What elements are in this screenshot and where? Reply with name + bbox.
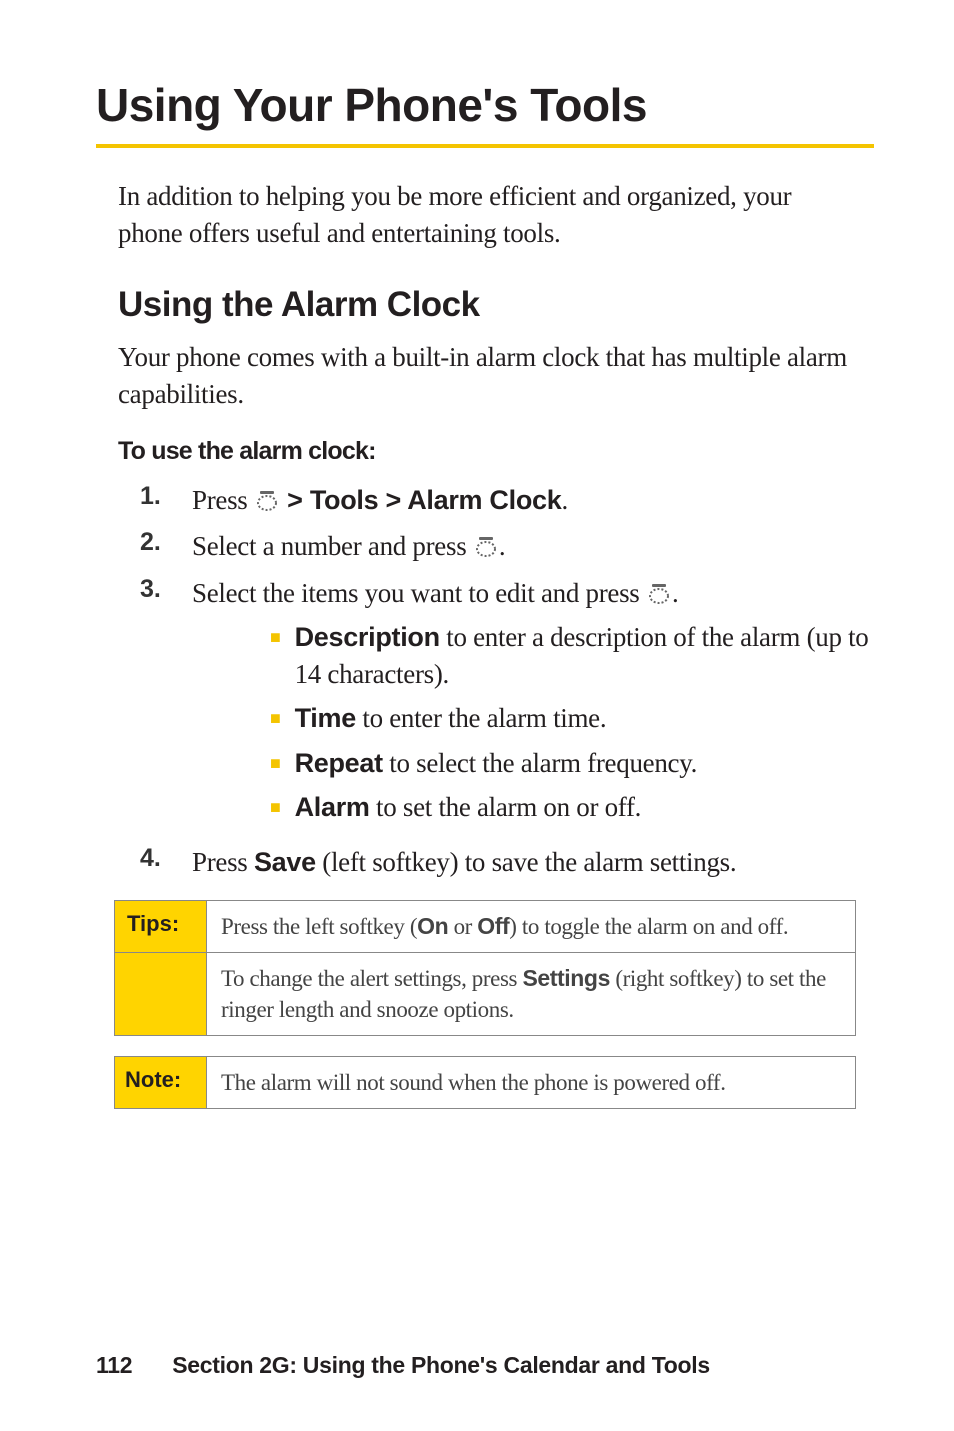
menu-key-icon: [648, 584, 670, 604]
step-number: 3.: [140, 575, 192, 834]
square-bullet-icon: ■: [270, 795, 281, 825]
text: To change the alert settings, press: [221, 966, 522, 991]
section-heading-alarm-clock: Using the Alarm Clock: [118, 285, 874, 325]
step-number: 1.: [140, 482, 192, 518]
note-content: The alarm will not sound when the phone …: [207, 1057, 855, 1108]
text: .: [499, 531, 505, 561]
tips-content-1: Press the left softkey (On or Off) to to…: [207, 901, 855, 952]
alarm-intro-paragraph: Your phone comes with a built-in alarm c…: [118, 339, 874, 414]
text: or: [448, 914, 477, 939]
step-3: 3. Select the items you want to edit and…: [140, 575, 874, 834]
square-bullet-icon: ■: [270, 751, 281, 781]
tips-box: Tips: Press the left softkey (On or Off)…: [114, 900, 856, 1036]
step-1: 1. Press > Tools > Alarm Clock.: [140, 482, 874, 518]
text: Press the left softkey (: [221, 914, 417, 939]
menu-key-icon: [475, 537, 497, 557]
text: Select a number and press: [192, 531, 473, 561]
page-footer: 112 Section 2G: Using the Phone's Calenda…: [96, 1352, 710, 1379]
square-bullet-icon: ■: [270, 625, 281, 692]
tips-content-2: To change the alert settings, press Sett…: [207, 953, 855, 1035]
page-number: 112: [96, 1352, 132, 1378]
text: ) to toggle the alarm on and off.: [509, 914, 788, 939]
bold-on: On: [417, 913, 448, 939]
page-title: Using Your Phone's Tools: [96, 78, 874, 132]
step-2: 2. Select a number and press .: [140, 528, 874, 564]
intro-paragraph: In addition to helping you be more effic…: [96, 178, 874, 253]
text: to select the alarm frequency.: [383, 748, 697, 778]
section-label: Section 2G: Using the Phone's Calendar a…: [172, 1352, 710, 1378]
tips-label: Tips:: [115, 901, 207, 952]
title-rule: [96, 144, 874, 148]
bold-term: Alarm: [295, 792, 370, 822]
bullet-time: ■ Time to enter the alarm time.: [270, 700, 874, 736]
step-number: 4.: [140, 844, 192, 880]
step-text: Press > Tools > Alarm Clock.: [192, 482, 874, 518]
text: Press: [192, 847, 254, 877]
bullet-alarm: ■ Alarm to set the alarm on or off.: [270, 789, 874, 825]
bold-settings: Settings: [522, 965, 610, 991]
bold-path: > Tools > Alarm Clock: [280, 485, 562, 515]
text: .: [672, 578, 678, 608]
bold-off: Off: [477, 913, 509, 939]
text: to set the alarm on or off.: [370, 792, 642, 822]
menu-key-icon: [256, 491, 278, 511]
text: to enter the alarm time.: [356, 703, 606, 733]
step-text: Select the items you want to edit and pr…: [192, 575, 874, 834]
step-text: Press Save (left softkey) to save the al…: [192, 844, 874, 880]
bold-term: Save: [254, 847, 316, 877]
tips-row-2: To change the alert settings, press Sett…: [115, 952, 855, 1035]
note-label: Note:: [115, 1057, 207, 1108]
text: Press: [192, 485, 254, 515]
tips-label-spacer: [115, 953, 207, 1035]
note-box: Note: The alarm will not sound when the …: [114, 1056, 856, 1109]
text: Select the items you want to edit and pr…: [192, 578, 646, 608]
bold-term: Repeat: [295, 748, 383, 778]
step-text: Select a number and press .: [192, 528, 874, 564]
bold-term: Time: [295, 703, 356, 733]
step-4: 4. Press Save (left softkey) to save the…: [140, 844, 874, 880]
steps-list: 1. Press > Tools > Alarm Clock. 2. Selec…: [140, 482, 874, 880]
text: (left softkey) to save the alarm setting…: [316, 847, 736, 877]
procedure-heading: To use the alarm clock:: [118, 437, 874, 466]
square-bullet-icon: ■: [270, 706, 281, 736]
text: .: [561, 485, 567, 515]
bullet-description: ■Description to enter a description of t…: [270, 619, 874, 692]
bold-term: Description: [295, 622, 440, 652]
tips-row-1: Tips: Press the left softkey (On or Off)…: [115, 901, 855, 952]
bullet-list: ■Description to enter a description of t…: [270, 619, 874, 825]
bullet-repeat: ■ Repeat to select the alarm frequency.: [270, 745, 874, 781]
step-number: 2.: [140, 528, 192, 564]
